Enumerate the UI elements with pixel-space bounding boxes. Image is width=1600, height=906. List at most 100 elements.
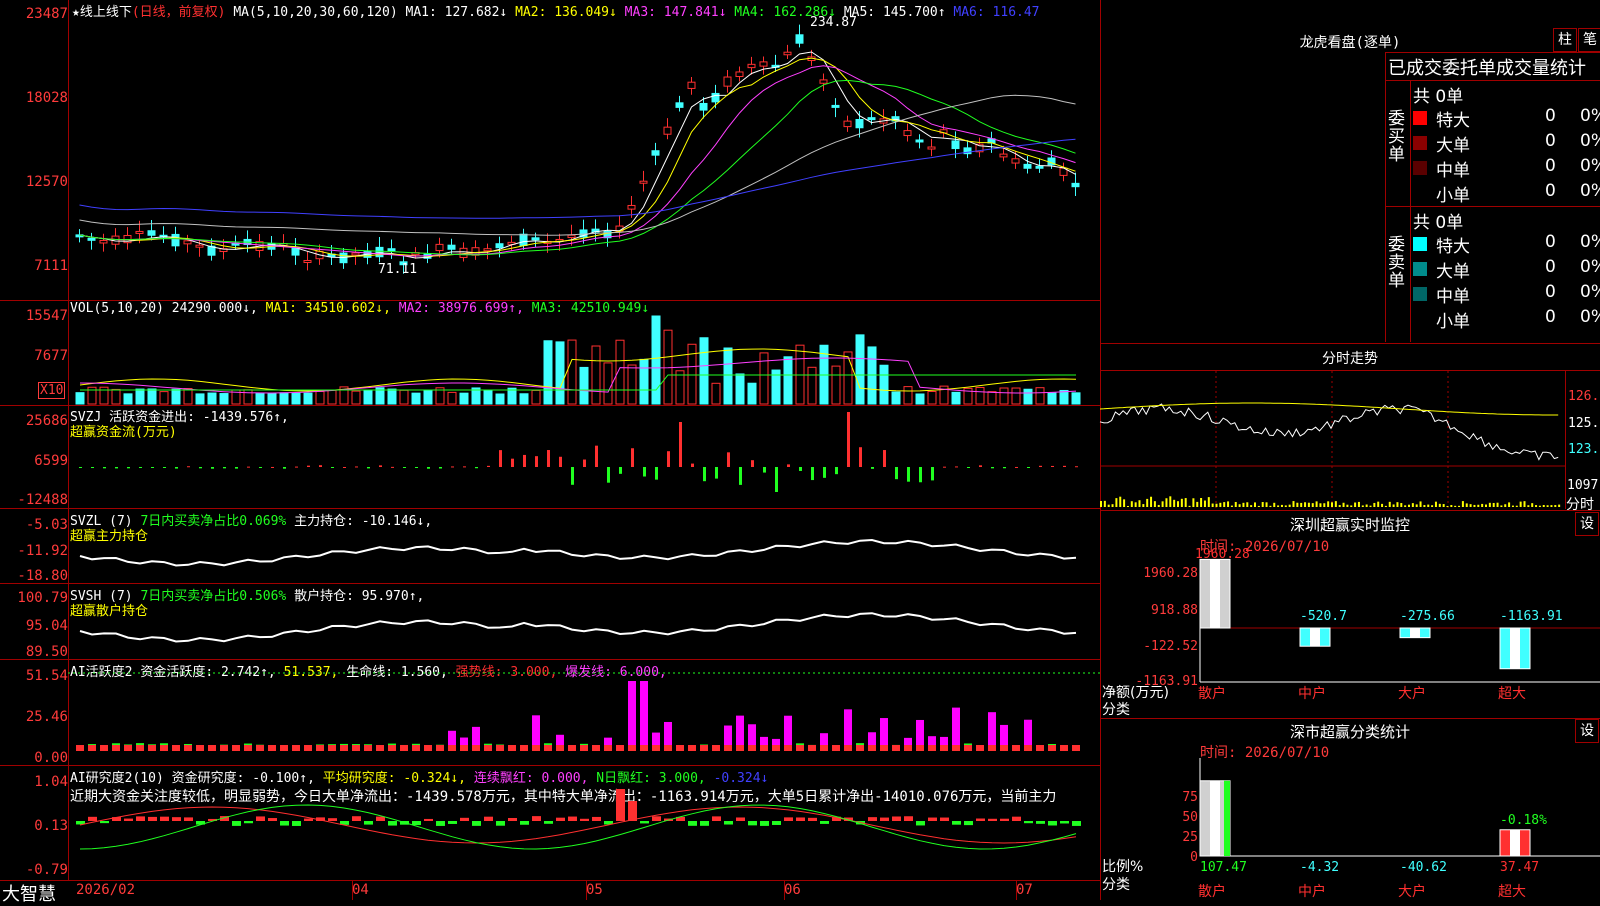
ts-volume-bar — [1146, 498, 1149, 507]
activity-base — [844, 745, 852, 751]
ts-volume-bar — [1354, 502, 1357, 507]
activity-base — [400, 745, 408, 751]
volume-bar — [591, 345, 601, 405]
bar-value-label: -4.32 — [1300, 860, 1339, 875]
flow-bar — [919, 467, 922, 483]
ts-volume-bar — [1273, 502, 1276, 507]
ts-volume-bar — [1288, 504, 1291, 507]
activity-base — [292, 745, 300, 751]
ts-volume-bar — [1254, 502, 1256, 507]
activity-base — [976, 745, 984, 751]
ts-volume-bar — [1296, 502, 1299, 507]
ts-volume-bar — [1388, 501, 1391, 507]
flow-bar — [427, 467, 430, 469]
x-tick: 07 — [1016, 882, 1033, 898]
activity-base — [928, 745, 936, 751]
order-color-swatch — [1413, 312, 1427, 326]
activity-base — [640, 745, 648, 751]
candle-body — [687, 81, 696, 89]
order-pct: 0% — [1580, 131, 1600, 151]
ts-volume-bar — [1261, 502, 1264, 507]
ai2-chart[interactable] — [68, 765, 1100, 880]
candle-body — [627, 204, 636, 210]
category-label: 中户 — [1298, 883, 1326, 900]
ts-volume-bar — [1338, 505, 1341, 507]
ts-volume-bar — [1207, 497, 1210, 507]
research-bar — [1000, 818, 1009, 821]
candle-body — [147, 230, 156, 236]
research-bar — [376, 816, 385, 821]
ts-volume-bar — [1234, 501, 1237, 507]
ai1-chart[interactable] — [68, 659, 1100, 765]
volume-bar — [387, 388, 397, 405]
research-bar — [508, 817, 517, 821]
pen-mode-button[interactable]: 笔 — [1578, 28, 1600, 52]
activity-base — [256, 745, 264, 751]
flow-bar — [955, 466, 958, 468]
activity-base — [736, 745, 744, 751]
volume-bar — [855, 334, 865, 405]
svzl-chart[interactable] — [68, 508, 1100, 583]
flow-bar — [487, 465, 490, 467]
dragon-sep — [1385, 206, 1600, 207]
flow-bar — [1015, 466, 1018, 468]
flow-bar — [319, 465, 322, 467]
flow-bar — [967, 467, 970, 468]
research-bar — [280, 821, 289, 826]
ts-volume-bar — [1246, 502, 1249, 507]
flow-bar — [1039, 465, 1042, 467]
research-bar — [892, 816, 901, 821]
svzj-chart[interactable] — [68, 405, 1100, 508]
timeshare-title: 分时走势 — [1322, 351, 1378, 367]
candle-body — [1035, 165, 1044, 169]
buy-total: 共 0单 — [1413, 87, 1464, 107]
ts-volume-bar — [1265, 502, 1268, 507]
volume-chart[interactable] — [68, 300, 1100, 405]
candle-body — [135, 230, 144, 234]
volume-bar — [807, 366, 817, 405]
flow-bar — [535, 456, 538, 467]
flow-bar — [271, 466, 274, 468]
ts-volume-bar — [1334, 501, 1337, 507]
volume-bar — [903, 386, 913, 405]
activity-base — [460, 745, 468, 751]
activity-base — [364, 745, 372, 751]
flow-bar — [295, 466, 298, 468]
y-tick: -11.92 — [17, 543, 68, 559]
ts-volume-bar — [1323, 503, 1326, 507]
bar-value-label: -40.62 — [1400, 860, 1447, 875]
candlestick-chart[interactable] — [68, 0, 1100, 300]
buy-orders-label: 委买单 — [1388, 109, 1405, 165]
flow-bar — [991, 467, 994, 469]
ts-volume-bar — [1384, 505, 1387, 507]
ts-volume-bar — [1184, 498, 1187, 507]
timeshare-chart[interactable] — [1099, 371, 1565, 509]
activity-base — [712, 745, 720, 751]
research-bar — [772, 821, 781, 825]
activity-base — [100, 745, 108, 751]
ts-volume-bar — [1361, 505, 1364, 507]
volume-bar — [831, 365, 841, 405]
category-bar-highlight — [1310, 628, 1320, 647]
svsh-chart[interactable] — [68, 583, 1100, 659]
x-tick: 2026/02 — [76, 882, 136, 898]
activity-base — [172, 745, 180, 751]
order-val: 0 — [1545, 307, 1556, 327]
activity-base — [1048, 745, 1056, 751]
activity-base — [244, 745, 252, 751]
flow-bar — [451, 466, 454, 468]
activity-base — [940, 745, 948, 751]
activity-base — [472, 745, 480, 751]
ts-volume-bar — [1211, 503, 1214, 507]
bar-mode-button[interactable]: 柱 — [1553, 28, 1577, 52]
research-bar — [988, 818, 997, 821]
sz-monitor-chart[interactable]: 1960.28 散户 -520.7 中户 -275.66 大户 -1163.91 超大 — [1100, 510, 1600, 718]
sell-orders-label: 委卖单 — [1388, 235, 1405, 291]
candle-body — [195, 244, 204, 248]
research-bar — [172, 817, 181, 821]
research-bar — [100, 821, 109, 824]
flow-bar — [583, 459, 586, 467]
flow-bar — [631, 448, 634, 467]
activity-base — [568, 745, 576, 751]
sz-class-chart[interactable]: 107.47 散户 -4.32 中户 -40.62 大户 37.47 超大 -0.18% — [1100, 718, 1600, 900]
